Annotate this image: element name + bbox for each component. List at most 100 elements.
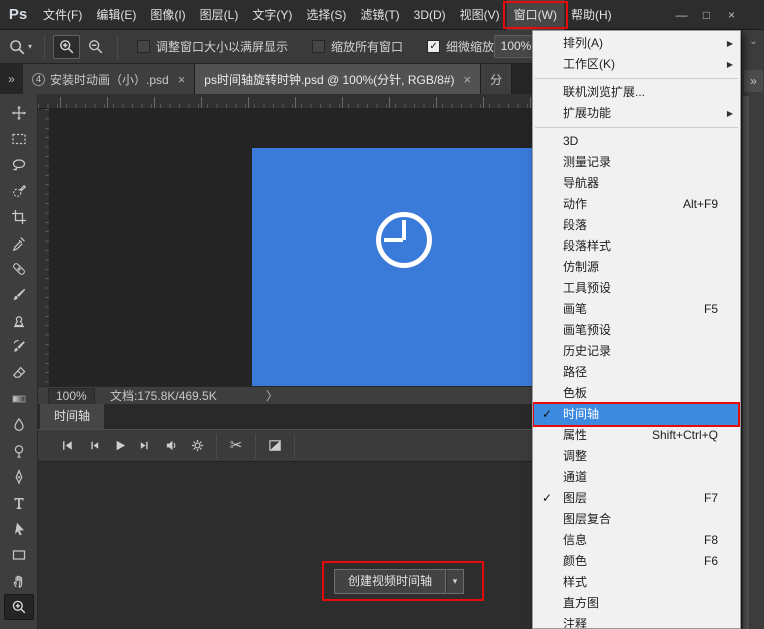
window-menu-item[interactable]: 段落样式	[533, 236, 740, 257]
window-menu-item[interactable]: 画笔预设	[533, 320, 740, 341]
menubar-item[interactable]: 选择(S)	[299, 0, 353, 30]
mute-audio-button[interactable]	[158, 434, 184, 458]
window-menu-item[interactable]: 颜色 F6	[533, 551, 740, 572]
option-checkbox[interactable]: ✓ 细微缩放	[427, 38, 494, 55]
checkbox[interactable]	[137, 40, 150, 53]
clone-stamp-tool[interactable]	[4, 308, 34, 334]
blur-tool[interactable]	[4, 412, 34, 438]
window-menu-item[interactable]: 3D	[533, 131, 740, 152]
menubar-item[interactable]: 帮助(H)	[564, 0, 619, 30]
rectangle-tool[interactable]	[4, 542, 34, 568]
menubar-item[interactable]: 编辑(E)	[89, 0, 143, 30]
window-menu-item[interactable]: 排列(A) ▶	[533, 33, 740, 54]
menubar-item[interactable]: 图像(I)	[143, 0, 192, 30]
window-menu-item[interactable]: 图层复合	[533, 509, 740, 530]
rectangular-marquee-tool[interactable]	[4, 126, 34, 152]
playback-settings-button[interactable]	[184, 434, 210, 458]
brush-tool[interactable]	[4, 282, 34, 308]
play-button[interactable]	[106, 434, 132, 458]
create-timeline-dropdown[interactable]: ▾	[446, 569, 464, 594]
menubar-item[interactable]: 图层(L)	[193, 0, 246, 30]
zoom-out-button[interactable]	[82, 35, 109, 59]
window-menu-item[interactable]: 通道	[533, 467, 740, 488]
titlebar: Ps 文件(F) 编辑(E) 图像(I) 图层(L) 文字(Y)	[0, 0, 764, 30]
eraser-tool[interactable]	[4, 360, 34, 386]
panel-collapse-button[interactable]: »	[744, 70, 763, 92]
window-menu-item[interactable]: 路径	[533, 362, 740, 383]
type-tool[interactable]	[4, 490, 34, 516]
menubar-item-label: 窗口(W)	[514, 8, 557, 22]
window-menu-item[interactable]: 调整	[533, 446, 740, 467]
maximize-button[interactable]: □	[694, 0, 719, 30]
window-menu-item[interactable]: 属性 Shift+Ctrl+Q	[533, 425, 740, 446]
transition-button[interactable]	[262, 434, 288, 458]
close-tab-icon[interactable]: ×	[464, 73, 472, 86]
create-video-timeline-button[interactable]: 创建视频时间轴	[334, 569, 446, 594]
go-to-previous-frame-button[interactable]	[80, 434, 106, 458]
window-menu-item[interactable]: 工作区(K) ▶	[533, 54, 740, 75]
checkbox[interactable]: ✓	[427, 40, 440, 53]
window-menu-item[interactable]: 色板	[533, 383, 740, 404]
option-checkbox[interactable]: 调整窗口大小以满屏显示	[137, 38, 288, 55]
history-brush-tool[interactable]	[4, 334, 34, 360]
window-menu-item[interactable]: 画笔 F5	[533, 299, 740, 320]
gradient-tool[interactable]	[4, 386, 34, 412]
close-tab-icon[interactable]: ×	[178, 73, 186, 86]
window-menu-item[interactable]: 直方图	[533, 593, 740, 614]
menubar-item[interactable]: 窗口(W)	[507, 0, 564, 30]
window-menu-item[interactable]: 测量记录	[533, 152, 740, 173]
split-at-playhead-button[interactable]: ✂	[223, 434, 249, 458]
window-menu-item[interactable]: 注释	[533, 614, 740, 629]
menubar-item[interactable]: 文字(Y)	[245, 0, 299, 30]
window-menu-item[interactable]: ✓ 图层 F7	[533, 488, 740, 509]
scrollbar[interactable]	[743, 96, 749, 629]
lasso-tool[interactable]	[4, 152, 34, 178]
hand-tool[interactable]	[4, 568, 34, 594]
window-menu-item[interactable]: 联机浏览扩展...	[533, 82, 740, 103]
zoom-tool[interactable]	[4, 594, 34, 620]
path-selection-tool[interactable]	[4, 516, 34, 542]
chevron-down-icon[interactable]: ⌄	[742, 36, 764, 47]
menubar-item[interactable]: 视图(V)	[453, 0, 507, 30]
document-tab-label: 安装时动画（小）.psd	[50, 71, 169, 88]
spot-healing-brush-tool[interactable]	[4, 256, 34, 282]
window-menu-item[interactable]: 工具预设	[533, 278, 740, 299]
toolbar-collapse-button[interactable]: »	[0, 64, 23, 94]
zoom-tool-preset[interactable]: ▾	[0, 38, 37, 56]
eyedropper-tool[interactable]	[4, 230, 34, 256]
document-tab[interactable]: 分	[481, 64, 512, 94]
document-tab[interactable]: 4 安装时动画（小）.psd ×	[23, 64, 195, 94]
menubar-item-label: 图像(I)	[150, 8, 185, 22]
window-menu-item[interactable]: 段落	[533, 215, 740, 236]
menubar-item[interactable]: 3D(D)	[407, 0, 453, 30]
move-tool[interactable]	[4, 100, 34, 126]
crop-tool[interactable]	[4, 204, 34, 230]
window-menu-item[interactable]: 信息 F8	[533, 530, 740, 551]
option-checkbox[interactable]: 缩放所有窗口	[312, 38, 403, 55]
window-menu-item[interactable]: ✓ 时间轴	[533, 404, 740, 425]
pen-tool[interactable]	[4, 464, 34, 490]
window-menu-item[interactable]: 样式	[533, 572, 740, 593]
window-menu-item[interactable]: 动作 Alt+F9	[533, 194, 740, 215]
quick-selection-tool[interactable]	[4, 178, 34, 204]
window-menu-item-label: 颜色	[563, 554, 587, 568]
document-tab[interactable]: ps时间轴旋转时钟.psd @ 100%(分针, RGB/8#) ×	[195, 64, 481, 94]
minimize-button[interactable]: —	[669, 0, 694, 30]
timeline-panel-tab[interactable]: 时间轴	[40, 404, 104, 429]
create-video-timeline-control: 创建视频时间轴 ▾	[334, 569, 464, 594]
window-menu-item[interactable]: 仿制源	[533, 257, 740, 278]
close-button[interactable]: ×	[719, 0, 744, 30]
menubar-item[interactable]: 文件(F)	[36, 0, 89, 30]
menubar-item[interactable]: 滤镜(T)	[353, 0, 406, 30]
dodge-tool[interactable]	[4, 438, 34, 464]
window-menu-item[interactable]: 导航器	[533, 173, 740, 194]
go-to-next-frame-button[interactable]	[132, 434, 158, 458]
window-menu-item[interactable]: 扩展功能 ▶	[533, 103, 740, 124]
window-menu-item-label: 3D	[563, 134, 578, 148]
statusbar-zoom-field[interactable]: 100%	[48, 388, 95, 405]
checkbox[interactable]	[312, 40, 325, 53]
window-menu-item[interactable]: 历史记录	[533, 341, 740, 362]
zoom-in-button[interactable]	[53, 35, 80, 59]
go-to-first-frame-button[interactable]	[54, 434, 80, 458]
statusbar-expander[interactable]: 〉	[266, 388, 278, 404]
